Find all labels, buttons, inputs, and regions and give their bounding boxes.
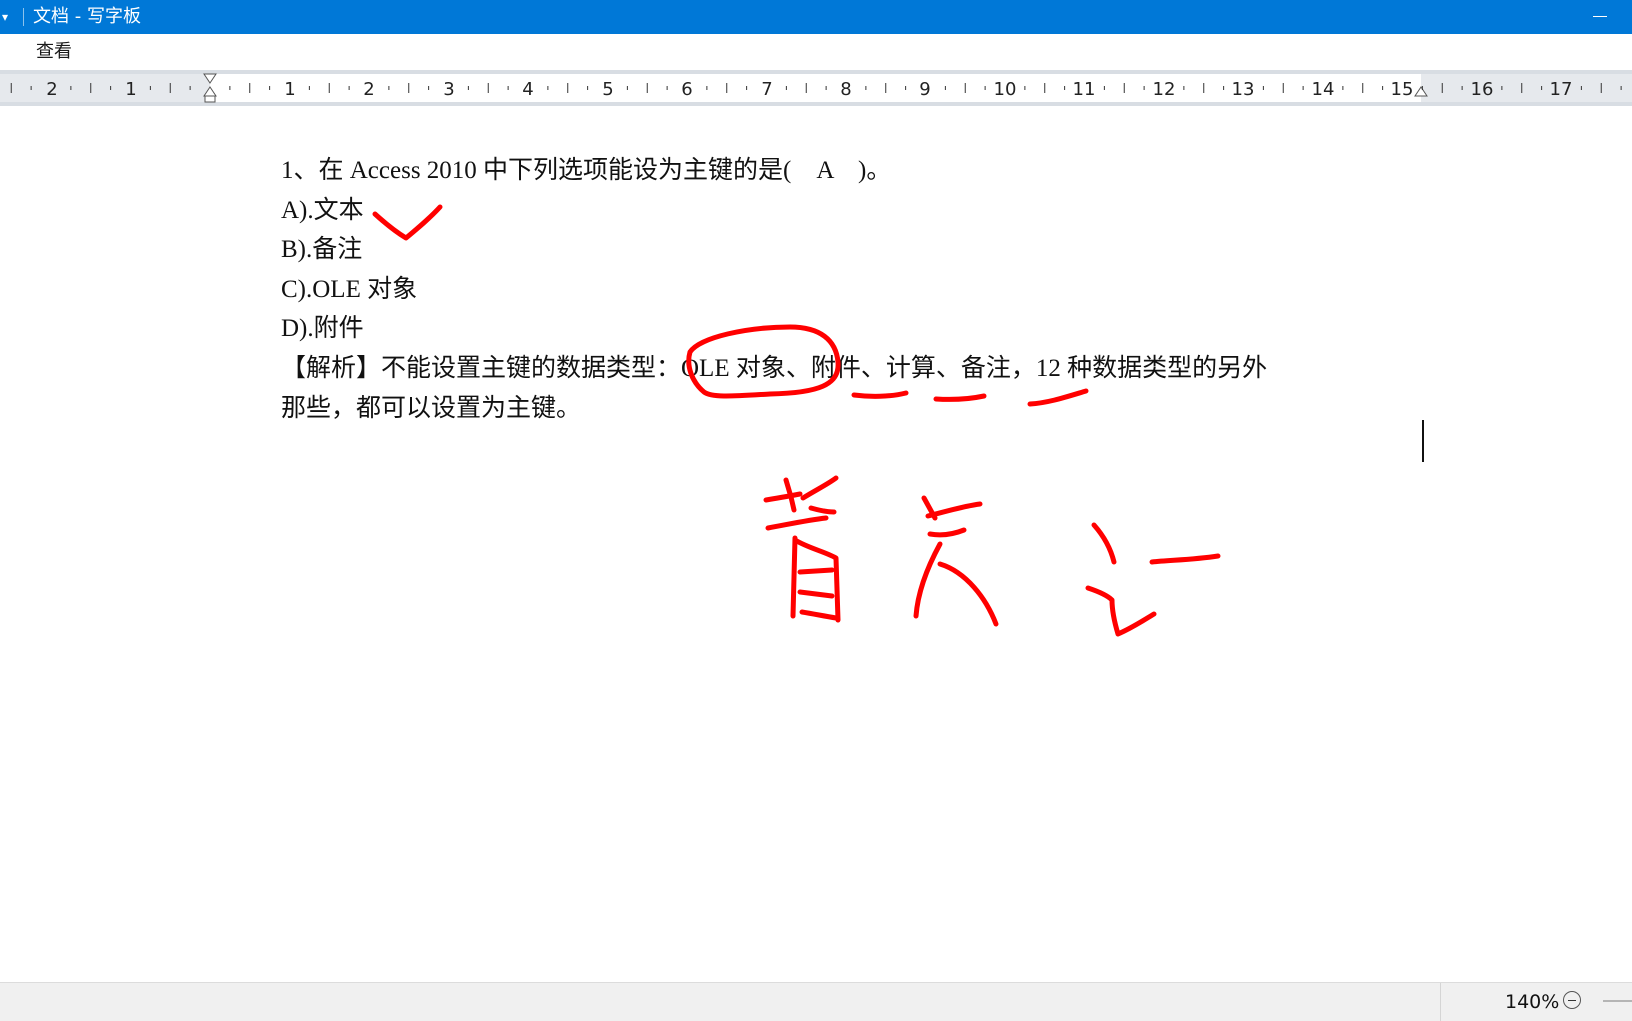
ruler-label: 3 [443, 79, 454, 100]
ruler-track [0, 74, 1632, 102]
option-a: A).文本 [281, 197, 364, 224]
ruler-label: 6 [681, 79, 692, 100]
ruler-label: 10 [994, 79, 1017, 100]
analysis-line: 【解析】不能设置主键的数据类型：OLE 对象、附件、计算、备注，12 种数据类型… [281, 355, 1268, 382]
question-line: 1、在 Access 2010 中下列选项能设为主键的是( A )。 [281, 157, 892, 184]
option-d: D).附件 [281, 315, 364, 342]
ruler-label: 5 [602, 79, 613, 100]
ruler-label: 2 [363, 79, 374, 100]
ruler-label: 15 [1391, 79, 1414, 100]
ruler-scale[interactable]: 2 1 1 2 3 4 5 6 7 8 9 10 11 12 13 14 15 … [0, 70, 1632, 106]
left-indent-marker[interactable] [204, 95, 216, 103]
zoom-slider[interactable] [1603, 1000, 1632, 1002]
ruler-label: 4 [522, 79, 533, 100]
analysis-line-continued: 那些，都可以设置为主键。 [281, 395, 582, 422]
menu-bar: 查看 [0, 34, 1632, 70]
option-b: B).备注 [281, 236, 363, 263]
text-caret [1422, 420, 1424, 462]
window-title: 文档 - 写字板 [33, 6, 141, 27]
status-separator [1440, 983, 1441, 1021]
ruler-label: 8 [840, 79, 851, 100]
ruler-right-margin [1421, 74, 1632, 102]
title-bar: ▾ 文档 - 写字板 [0, 0, 1632, 34]
title-separator [23, 8, 24, 26]
ruler-label: 1 [284, 79, 295, 100]
ruler-label: 7 [761, 79, 772, 100]
ruler-label: 14 [1312, 79, 1335, 100]
ruler-label: 11 [1073, 79, 1096, 100]
minimize-button[interactable] [1580, 0, 1620, 34]
ruler-label: 16 [1471, 79, 1494, 100]
option-c: C).OLE 对象 [281, 276, 418, 303]
ruler-label: 9 [919, 79, 930, 100]
ruler-label: 12 [1153, 79, 1176, 100]
menu-view[interactable]: 查看 [36, 41, 72, 63]
quick-access-dropdown-icon[interactable]: ▾ [2, 8, 8, 26]
ruler-label: 2 [46, 79, 57, 100]
ruler-label: 13 [1232, 79, 1255, 100]
document-area[interactable]: 1、在 Access 2010 中下列选项能设为主键的是( A )。 A).文本… [0, 106, 1632, 982]
minus-icon [1568, 1000, 1576, 1001]
zoom-level: 140% [1505, 991, 1560, 1013]
zoom-out-button[interactable] [1563, 991, 1581, 1009]
status-bar: 140% [0, 982, 1632, 1021]
minimize-icon [1593, 16, 1607, 17]
ruler-label: 17 [1550, 79, 1573, 100]
ruler-label: 1 [125, 79, 136, 100]
ruler[interactable]: 2 1 1 2 3 4 5 6 7 8 9 10 11 12 13 14 15 … [0, 70, 1632, 106]
